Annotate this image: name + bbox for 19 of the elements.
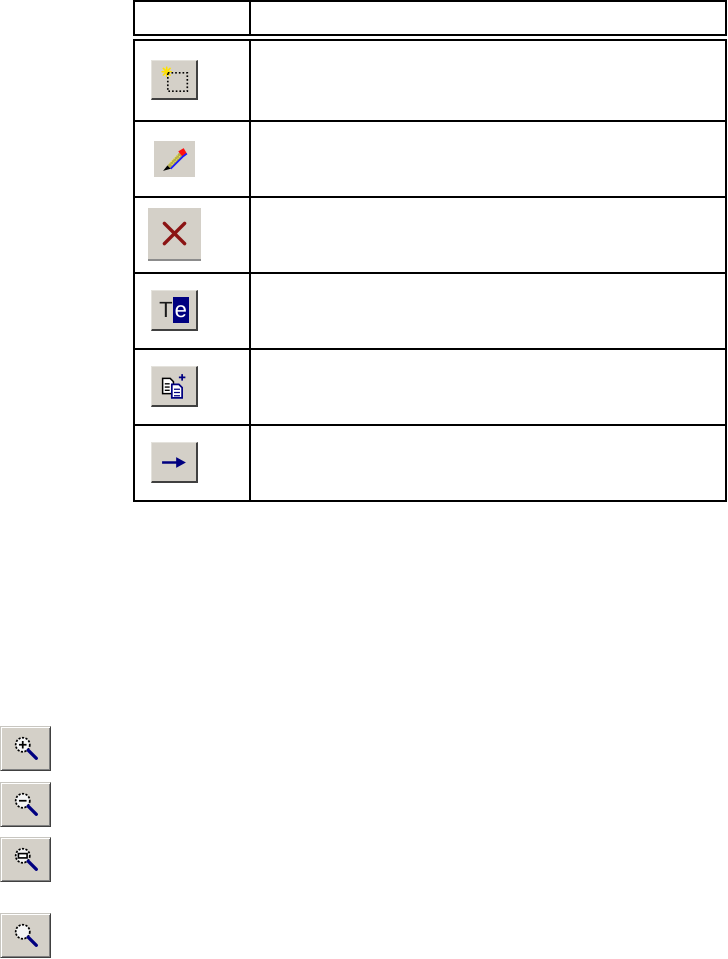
- right-arrow-icon: [161, 456, 187, 468]
- delete-button[interactable]: [148, 208, 201, 261]
- text-tool-button[interactable]: Te: [151, 290, 198, 331]
- zoom-out-button[interactable]: [0, 782, 51, 826]
- arrow-button[interactable]: [151, 442, 198, 483]
- documents-icon: [161, 373, 187, 399]
- zoom-button[interactable]: [0, 836, 51, 882]
- zoom-out-icon: [12, 791, 38, 817]
- pen-tool-button[interactable]: [154, 140, 195, 176]
- zoom-in-icon: [12, 735, 38, 761]
- zoom-in-button[interactable]: [0, 726, 51, 770]
- zoom-button[interactable]: [0, 912, 51, 958]
- cross-icon: [161, 220, 188, 247]
- magnifier-icon: [12, 922, 38, 948]
- selection-tool-button[interactable]: [151, 60, 198, 100]
- copy-button[interactable]: [151, 366, 198, 407]
- dotted-rectangle-sparkle-icon: [160, 66, 188, 94]
- pen-icon: [162, 146, 188, 172]
- magnifier-bar-icon: [12, 846, 38, 872]
